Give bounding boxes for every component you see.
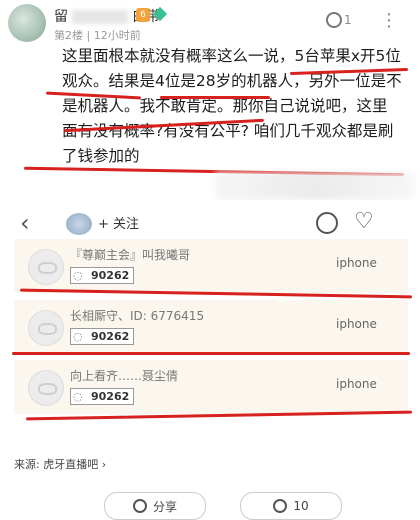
red-underline — [12, 352, 410, 355]
badge-icon: ◌ — [73, 269, 83, 282]
floor-label: 第2楼 — [54, 29, 83, 42]
streamer-avatar[interactable] — [66, 213, 92, 235]
winner-device: iphone — [336, 377, 377, 391]
winner-id: 90262 — [91, 269, 130, 282]
comment-text: 这里面根本就没有概率这么一说，5台苹果x开5位观众。结果是4位是28岁的机器人，… — [62, 47, 402, 165]
list-item[interactable]: 『尊巅主会』叫我曦哥 ◌ 90262 iphone — [14, 239, 408, 293]
red-underline — [160, 96, 270, 99]
winner-id-badge: ◌ 90262 — [70, 388, 135, 405]
share-circle-icon[interactable] — [316, 212, 338, 234]
heart-icon[interactable]: ♡ — [354, 209, 374, 234]
list-item[interactable]: 长相厮守、ID: 6776415 ◌ 90262 iphone — [14, 300, 408, 354]
source-link[interactable]: 来源: 虎牙直播吧 › — [14, 456, 106, 472]
badge-icon: ◌ — [73, 390, 83, 403]
user-name-prefix: 留 — [54, 9, 68, 25]
share-label: 分享 — [152, 499, 177, 514]
level-badge: 6 — [136, 8, 150, 22]
post-time: 12小时前 — [93, 29, 141, 42]
share-button[interactable]: 分享 — [104, 492, 206, 520]
avatar[interactable] — [8, 4, 46, 42]
follow-button[interactable]: + 关注 — [98, 213, 139, 232]
winner-id: 90262 — [91, 330, 130, 343]
blurred-region — [215, 172, 415, 200]
list-item[interactable]: 向上看齐……聂尘倩 ◌ 90262 iphone — [14, 360, 408, 414]
badge-icon: ◌ — [73, 330, 83, 343]
hu-icon — [273, 499, 288, 513]
winner-name: 『尊巅主会』叫我曦哥 — [70, 248, 191, 262]
winner-name: 长相厮守、ID: 6776415 — [70, 309, 205, 323]
floor-info: 第2楼 | 12小时前 — [54, 29, 141, 42]
winner-name: 向上看齐……聂尘倩 — [70, 369, 179, 383]
reward-count: 10 — [293, 499, 309, 513]
winner-id: 90262 — [91, 390, 130, 403]
winner-device: iphone — [336, 317, 377, 331]
reward-button[interactable]: 10 — [240, 492, 342, 520]
hu-count: 1 — [344, 13, 352, 27]
winner-id-badge: ◌ 90262 — [70, 328, 135, 345]
back-icon[interactable]: ‹ — [20, 209, 30, 237]
avatar — [28, 370, 64, 406]
avatar — [28, 249, 64, 285]
more-icon[interactable]: ⋮ — [380, 10, 399, 31]
winner-device: iphone — [336, 256, 377, 270]
winner-id-badge: ◌ 90262 — [70, 267, 135, 284]
share-icon — [132, 499, 147, 513]
blurred-username — [72, 10, 128, 24]
hu-icon[interactable] — [326, 12, 342, 28]
avatar — [28, 310, 64, 346]
